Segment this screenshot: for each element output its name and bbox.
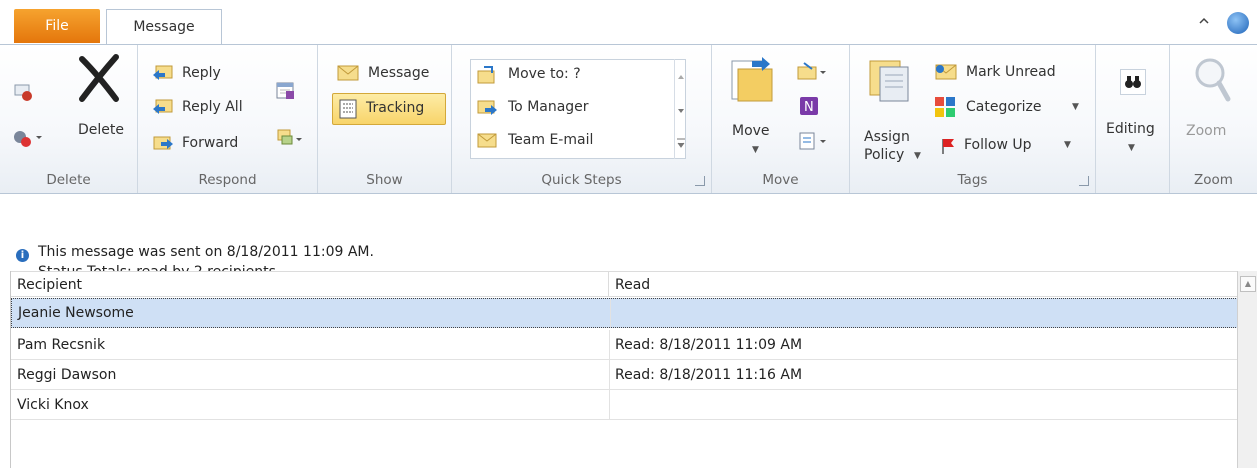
show-group: Message Tracking Show	[318, 45, 452, 193]
reply-icon	[152, 64, 174, 82]
table-row[interactable]: Reggi Dawson Read: 8/18/2011 11:16 AM	[11, 360, 1238, 390]
tags-group-label: Tags	[957, 172, 988, 188]
recipient-cell: Jeanie Newsome	[18, 305, 134, 321]
reply-all-button[interactable]: Reply All	[182, 99, 243, 115]
info-icon: i	[16, 249, 29, 262]
read-cell: Read: 8/18/2011 11:09 AM	[615, 337, 803, 353]
move-button[interactable]: Move	[732, 123, 770, 139]
delete-group-label: Delete	[46, 172, 91, 188]
move-group-label: Move	[762, 172, 799, 188]
read-cell	[609, 390, 1229, 420]
quick-step-team-email[interactable]: Team E-mail	[508, 132, 593, 148]
quick-steps-group: Move to: ? To Manager Team E-mail Quick …	[452, 45, 712, 193]
read-cell	[610, 299, 1230, 329]
move-dropdown-icon[interactable]: ▼	[752, 145, 759, 155]
table-row[interactable]: Jeanie Newsome	[11, 298, 1238, 328]
junk-icon[interactable]	[12, 127, 46, 149]
quick-step-to-manager[interactable]: To Manager	[508, 99, 589, 115]
categorize-button[interactable]: Categorize	[966, 99, 1042, 115]
tags-launcher-icon[interactable]	[1079, 176, 1089, 186]
follow-up-dropdown-icon[interactable]: ▼	[1064, 140, 1071, 150]
scroll-up-icon[interactable]: ▲	[1240, 276, 1256, 292]
zoom-magnifier-icon	[1192, 55, 1232, 105]
tracking-label: Tracking	[366, 100, 425, 116]
mark-unread-button[interactable]: Mark Unread	[966, 64, 1056, 80]
assign-policy-line2[interactable]: Policy	[864, 147, 904, 163]
table-row[interactable]: Vicki Knox	[11, 390, 1238, 420]
respond-group-label: Respond	[198, 172, 257, 188]
ribbon: Delete Delete Reply Reply All Forward Re…	[0, 44, 1257, 194]
forward-button[interactable]: Forward	[182, 135, 238, 151]
svg-text:N: N	[804, 100, 814, 115]
delete-x-icon[interactable]	[76, 53, 122, 103]
ignore-icon[interactable]	[12, 81, 34, 103]
table-scrollbar[interactable]	[1237, 271, 1257, 468]
zoom-group-label: Zoom	[1194, 172, 1233, 188]
sent-info-text: This message was sent on 8/18/2011 11:09…	[38, 244, 374, 260]
meeting-icon[interactable]	[274, 79, 296, 101]
show-group-label: Show	[366, 172, 403, 188]
help-icon[interactable]	[1227, 12, 1249, 34]
move-to-icon	[476, 65, 498, 85]
editing-group: Editing ▼	[1096, 45, 1170, 193]
gallery-scroll[interactable]	[674, 59, 686, 159]
tracking-icon	[338, 99, 358, 119]
actions-icon[interactable]	[798, 131, 830, 151]
recipient-cell: Pam Recsnik	[17, 337, 106, 353]
assign-policy-dropdown-icon[interactable]: ▼	[914, 151, 921, 161]
team-email-icon	[476, 130, 498, 150]
table-row[interactable]: Pam Recsnik Read: 8/18/2011 11:09 AM	[11, 330, 1238, 360]
recipient-cell: Vicki Knox	[17, 397, 89, 413]
column-header-recipient[interactable]: Recipient	[11, 271, 609, 297]
quick-step-move-to[interactable]: Move to: ?	[508, 66, 581, 82]
message-icon	[336, 64, 360, 82]
quick-steps-group-label: Quick Steps	[541, 172, 622, 188]
to-manager-icon	[476, 97, 498, 117]
rules-icon[interactable]	[796, 61, 828, 83]
categorize-icon	[934, 96, 956, 118]
move-group: Move ▼ N Move	[712, 45, 850, 193]
quick-steps-launcher-icon[interactable]	[695, 176, 705, 186]
tracking-table: Recipient Read Jeanie Newsome Pam Recsni…	[10, 271, 1238, 468]
editing-dropdown-icon[interactable]: ▼	[1128, 143, 1135, 153]
reply-all-icon	[152, 98, 174, 116]
reply-button[interactable]: Reply	[182, 65, 221, 81]
tab-message[interactable]: Message	[106, 9, 222, 44]
read-cell: Read: 8/18/2011 11:16 AM	[615, 367, 803, 383]
assign-policy-line1[interactable]: Assign	[864, 129, 910, 145]
follow-up-button[interactable]: Follow Up	[964, 137, 1032, 153]
column-header-read[interactable]: Read	[609, 271, 1238, 297]
onenote-icon[interactable]: N	[798, 95, 820, 117]
recipient-cell: Reggi Dawson	[17, 367, 117, 383]
more-respond-icon[interactable]	[276, 128, 304, 148]
delete-button[interactable]: Delete	[78, 122, 124, 138]
tab-file[interactable]: File	[14, 9, 100, 43]
categorize-dropdown-icon[interactable]: ▼	[1072, 102, 1079, 112]
assign-policy-icon	[868, 55, 912, 103]
respond-group: Reply Reply All Forward Respond	[138, 45, 318, 193]
binoculars-icon	[1120, 69, 1146, 95]
editing-button[interactable]: Editing	[1106, 121, 1155, 137]
mark-unread-icon	[934, 63, 958, 81]
follow-up-flag-icon	[940, 137, 956, 155]
message-button[interactable]: Message	[368, 65, 429, 81]
delete-group: Delete Delete	[0, 45, 138, 193]
tags-group: Assign Policy ▼ Mark Unread Categorize ▼…	[850, 45, 1096, 193]
forward-icon	[152, 133, 174, 151]
move-folder-icon	[728, 55, 774, 105]
zoom-group: Zoom Zoom	[1170, 45, 1257, 193]
chevron-up-icon[interactable]	[1196, 14, 1212, 30]
zoom-button[interactable]: Zoom	[1186, 123, 1226, 139]
